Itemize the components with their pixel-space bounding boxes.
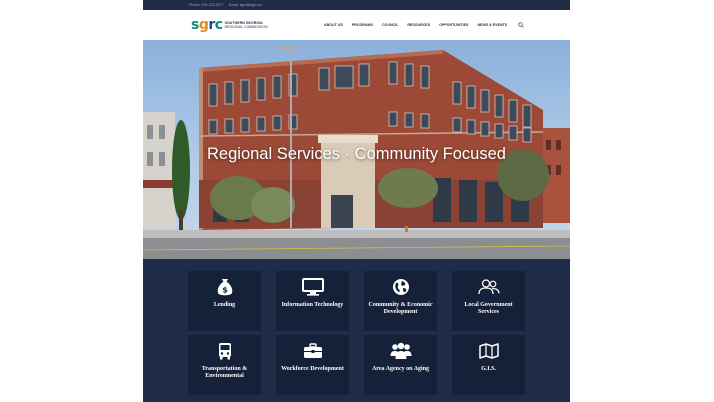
service-label: Transportation & Environmental <box>201 366 248 379</box>
nav-about-us[interactable]: ABOUT US <box>324 23 343 27</box>
service-tile-gis[interactable]: G.I.S. <box>452 335 525 395</box>
service-tile-local-government-services[interactable]: Local Government Services <box>452 271 525 331</box>
users-icon <box>452 276 525 298</box>
service-label: Workforce Development <box>281 366 344 372</box>
map-icon <box>452 340 525 362</box>
service-label: Information Technology <box>281 302 344 308</box>
nav-opportunities[interactable]: OPPORTUNITIES <box>439 23 468 27</box>
briefcase-icon <box>276 340 349 362</box>
nav-council[interactable]: COUNCIL <box>382 23 398 27</box>
service-tile-area-agency-on-aging[interactable]: Area Agency on Aging <box>364 335 437 395</box>
service-label: Area Agency on Aging <box>371 366 430 372</box>
service-tile-information-technology[interactable]: Information Technology <box>276 271 349 331</box>
logo-mark: sgrc <box>191 17 223 33</box>
service-tile-workforce-development[interactable]: Workforce Development <box>276 335 349 395</box>
service-label: G.I.S. <box>481 366 496 372</box>
money-bag-icon: $ <box>188 276 261 298</box>
nav-programs[interactable]: PROGRAMS <box>352 23 373 27</box>
group-icon <box>364 340 437 362</box>
phone-text[interactable]: Phone: 229-333-5277 <box>189 3 224 7</box>
top-bar: Phone: 229-333-5277 Email: sgrc@sgrc.us <box>143 0 570 10</box>
service-tile-lending[interactable]: $ Lending <box>188 271 261 331</box>
hero-banner: Regional Services · Community Focused <box>143 40 570 259</box>
search-icon[interactable] <box>518 22 525 28</box>
svg-text:$: $ <box>222 286 228 295</box>
bus-icon <box>188 340 261 362</box>
service-label: Lending <box>213 302 236 308</box>
service-tile-community-economic-development[interactable]: Community & Economic Development <box>364 271 437 331</box>
monitor-icon <box>276 276 349 298</box>
logo[interactable]: sgrc SOUTHERN GEORGIA REGIONAL COMMISSIO… <box>191 15 268 35</box>
page: Phone: 229-333-5277 Email: sgrc@sgrc.us … <box>143 0 570 402</box>
service-label: Community & Economic Development <box>368 302 433 315</box>
services-grid: $ Lending Information Technology Communi… <box>143 259 570 402</box>
nav-resources[interactable]: RESOURCES <box>407 23 430 27</box>
nav-news-events[interactable]: NEWS & EVENTS <box>477 23 507 27</box>
globe-icon <box>364 276 437 298</box>
service-tile-transportation-environmental[interactable]: Transportation & Environmental <box>188 335 261 395</box>
site-header: sgrc SOUTHERN GEORGIA REGIONAL COMMISSIO… <box>143 10 570 40</box>
service-label: Local Government Services <box>464 302 513 315</box>
email-text[interactable]: Email: sgrc@sgrc.us <box>229 3 262 7</box>
hero-title: Regional Services · Community Focused <box>207 145 506 163</box>
main-nav: ABOUT US PROGRAMS COUNCIL RESOURCES OPPO… <box>324 10 525 40</box>
logo-text: SOUTHERN GEORGIA REGIONAL COMMISSION <box>224 21 268 29</box>
